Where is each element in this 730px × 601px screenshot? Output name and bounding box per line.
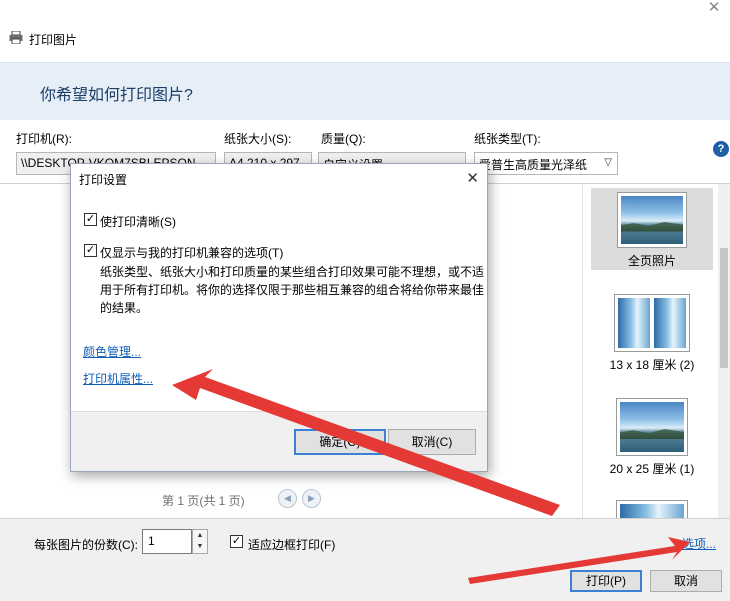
compat-label: 仅显示与我的打印机兼容的选项(T) (100, 246, 284, 260)
scrollbar-thumb[interactable] (720, 248, 728, 368)
page-indicator: 第 1 页(共 1 页) (162, 494, 245, 508)
layout-item-full-page[interactable]: 全页照片 (591, 188, 713, 270)
layout-item-13x18[interactable]: 13 x 18 厘米 (2) (591, 294, 713, 376)
landscape-photo (621, 196, 683, 244)
close-icon[interactable]: ✕ (466, 169, 479, 187)
sharpen-label: 使打印清晰(S) (100, 215, 176, 229)
options-link[interactable]: 选项... (682, 535, 716, 552)
chevron-down-icon[interactable]: ▼ (193, 541, 207, 552)
landscape-photo (620, 402, 684, 452)
print-settings-dialog: 打印设置 ✕ ✓ 使打印清晰(S) ✓ 仅显示与我的打印机兼容的选项(T) 纸张… (70, 163, 488, 472)
layout-thumbnail (617, 192, 687, 248)
help-icon[interactable]: ? (713, 141, 729, 157)
compat-description: 纸张类型、纸张大小和打印质量的某些组合打印效果可能不理想，或不适用于所有打印机。… (100, 265, 485, 315)
fit-frame-label: 适应边框打印(F) (248, 538, 336, 552)
bottom-bar: 每张图片的份数(C): 1 ▲ ▼ ✓ 适应边框打印(F) 选项... 打印(P… (0, 518, 730, 601)
chevron-up-icon[interactable]: ▲ (193, 530, 207, 541)
dialog-cancel-button[interactable]: 取消(C) (388, 429, 476, 455)
printer-icon (9, 31, 23, 44)
landscape-photo (620, 504, 684, 518)
cancel-button[interactable]: 取消 (650, 570, 722, 592)
compat-checkbox[interactable]: ✓ (84, 244, 97, 257)
dialog-body: ✓ 使打印清晰(S) ✓ 仅显示与我的打印机兼容的选项(T) 纸张类型、纸张大小… (71, 193, 487, 411)
layout-label: 20 x 25 厘米 (1) (609, 462, 695, 476)
quality-label: 质量(Q): (321, 132, 366, 146)
layout-scrollbar[interactable] (718, 184, 730, 518)
layout-item-20x25[interactable]: 20 x 25 厘米 (1) (591, 398, 713, 480)
layout-label: 13 x 18 厘米 (2) (609, 358, 695, 372)
ok-button[interactable]: 确定(O) (294, 429, 386, 455)
paper-size-label: 纸张大小(S): (224, 132, 292, 146)
paper-type-label: 纸张类型(T): (474, 132, 541, 146)
layout-thumbnail (616, 500, 688, 518)
printer-properties-link[interactable]: 打印机属性... (83, 370, 153, 387)
dialog-title-bar: 打印设置 ✕ (71, 164, 487, 193)
copies-label: 每张图片的份数(C): (34, 538, 138, 552)
copies-stepper[interactable]: ▲ ▼ (192, 529, 208, 554)
header-banner: 你希望如何打印图片? (0, 62, 730, 120)
layout-thumbnail (614, 294, 690, 352)
fit-frame-checkbox[interactable]: ✓ (230, 535, 243, 548)
paper-type-value: 爱普生高质量光泽纸 (479, 158, 588, 172)
landscape-photo (654, 298, 686, 348)
color-management-link[interactable]: 颜色管理... (83, 343, 141, 360)
window-title: 打印图片 (29, 33, 78, 47)
print-button[interactable]: 打印(P) (570, 570, 642, 592)
dialog-title: 打印设置 (79, 173, 128, 187)
printer-label: 打印机(R): (16, 132, 72, 146)
paper-type-select[interactable]: 爱普生高质量光泽纸 ▽ (474, 152, 618, 175)
previous-page-icon[interactable]: ◀ (278, 489, 297, 508)
page-heading: 你希望如何打印图片? (40, 87, 193, 104)
next-page-icon[interactable]: ▶ (302, 489, 321, 508)
sharpen-checkbox[interactable]: ✓ (84, 213, 97, 226)
layout-label: 全页照片 (627, 254, 676, 268)
layout-thumbnail (616, 398, 688, 456)
close-icon[interactable]: ✕ (702, 0, 726, 18)
title-bar: 打印图片 ✕ (0, 0, 730, 62)
copies-input[interactable]: 1 (142, 529, 192, 554)
layout-list[interactable]: 全页照片 13 x 18 厘米 (2) 20 x 25 厘米 (1) (582, 183, 730, 518)
landscape-photo (618, 298, 650, 348)
chevron-down-icon: ▽ (604, 157, 612, 168)
dialog-footer: 确定(O) 取消(C) (71, 411, 487, 471)
layout-item-partial[interactable] (591, 500, 713, 518)
